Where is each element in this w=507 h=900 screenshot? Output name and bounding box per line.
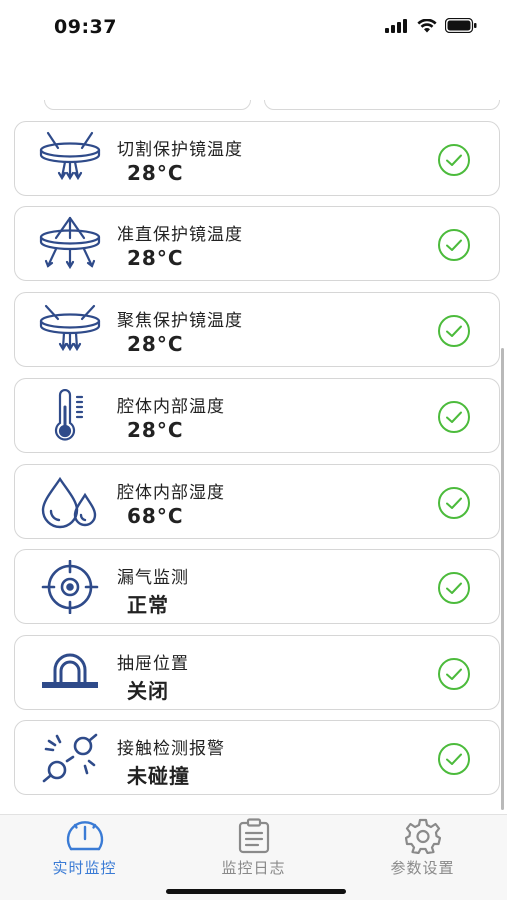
lens-cut-icon (37, 130, 103, 188)
tab-label: 实时监控 (52, 859, 117, 877)
card-value: 正常 (127, 593, 169, 617)
card-title: 抽屉位置 (117, 654, 189, 674)
card-title: 准直保护镜温度 (117, 225, 243, 245)
home-indicator[interactable] (166, 889, 346, 894)
wifi-icon (417, 18, 437, 32)
card-value: 关闭 (127, 679, 169, 703)
tab-bar: 实时监控 监控日志 参数设置 (0, 814, 507, 900)
battery-icon (445, 18, 477, 33)
card-value: 68°C (127, 504, 184, 528)
status-time: 09:37 (54, 16, 117, 38)
card-value: 28°C (127, 246, 184, 270)
monitor-list[interactable]: 切割保护镜温度 28°C 准直保护镜温度 28°C 聚焦保护镜温度 28°C 腔… (0, 100, 507, 814)
scrollbar[interactable] (501, 348, 504, 810)
lens-collimate-icon (37, 215, 103, 273)
card-title: 聚焦保护镜温度 (117, 311, 243, 331)
partial-card (264, 100, 500, 110)
lens-focus-icon (37, 301, 103, 359)
card-drawer-position[interactable]: 抽屉位置 关闭 (14, 635, 500, 710)
cellular-signal-icon (385, 18, 407, 33)
card-value: 28°C (127, 161, 184, 185)
card-cut-lens-temperature[interactable]: 切割保护镜温度 28°C (14, 121, 500, 196)
thermometer-icon (37, 387, 103, 445)
humidity-drops-icon (37, 473, 103, 531)
drawer-position-icon (37, 644, 103, 702)
check-circle-icon (438, 401, 470, 433)
tab-label: 监控日志 (221, 859, 286, 877)
card-title: 腔体内部温度 (117, 397, 225, 417)
card-collision-detection[interactable]: 接触检测报警 未碰撞 (14, 720, 500, 795)
check-circle-icon (438, 572, 470, 604)
status-bar: 09:37 (0, 0, 507, 58)
card-title: 接触检测报警 (117, 739, 225, 759)
check-circle-icon (438, 315, 470, 347)
card-title: 腔体内部湿度 (117, 483, 225, 503)
card-title: 切割保护镜温度 (117, 140, 243, 160)
check-circle-icon (438, 229, 470, 261)
partial-card (44, 100, 251, 110)
card-value: 未碰撞 (127, 764, 190, 788)
check-circle-icon (438, 144, 470, 176)
card-value: 28°C (127, 418, 184, 442)
check-circle-icon (438, 487, 470, 519)
check-circle-icon (438, 658, 470, 690)
status-icons (385, 18, 477, 33)
collision-icon (37, 729, 103, 787)
leak-target-icon (37, 558, 103, 616)
tab-realtime-monitor[interactable]: 实时监控 (0, 815, 169, 885)
card-value: 28°C (127, 332, 184, 356)
tab-monitor-log[interactable]: 监控日志 (169, 815, 338, 885)
clipboard-icon (234, 818, 274, 854)
card-leak-monitor[interactable]: 漏气监测 正常 (14, 549, 500, 624)
card-focus-lens-temperature[interactable]: 聚焦保护镜温度 28°C (14, 292, 500, 367)
check-circle-icon (438, 743, 470, 775)
gauge-icon (65, 819, 105, 853)
card-chamber-temperature[interactable]: 腔体内部温度 28°C (14, 378, 500, 453)
card-chamber-humidity[interactable]: 腔体内部湿度 68°C (14, 464, 500, 539)
card-collimate-lens-temperature[interactable]: 准直保护镜温度 28°C (14, 206, 500, 281)
gear-icon (403, 818, 443, 854)
tab-label: 参数设置 (390, 859, 455, 877)
navigation-bar (0, 58, 507, 100)
card-title: 漏气监测 (117, 568, 189, 588)
tab-parameter-settings[interactable]: 参数设置 (338, 815, 507, 885)
